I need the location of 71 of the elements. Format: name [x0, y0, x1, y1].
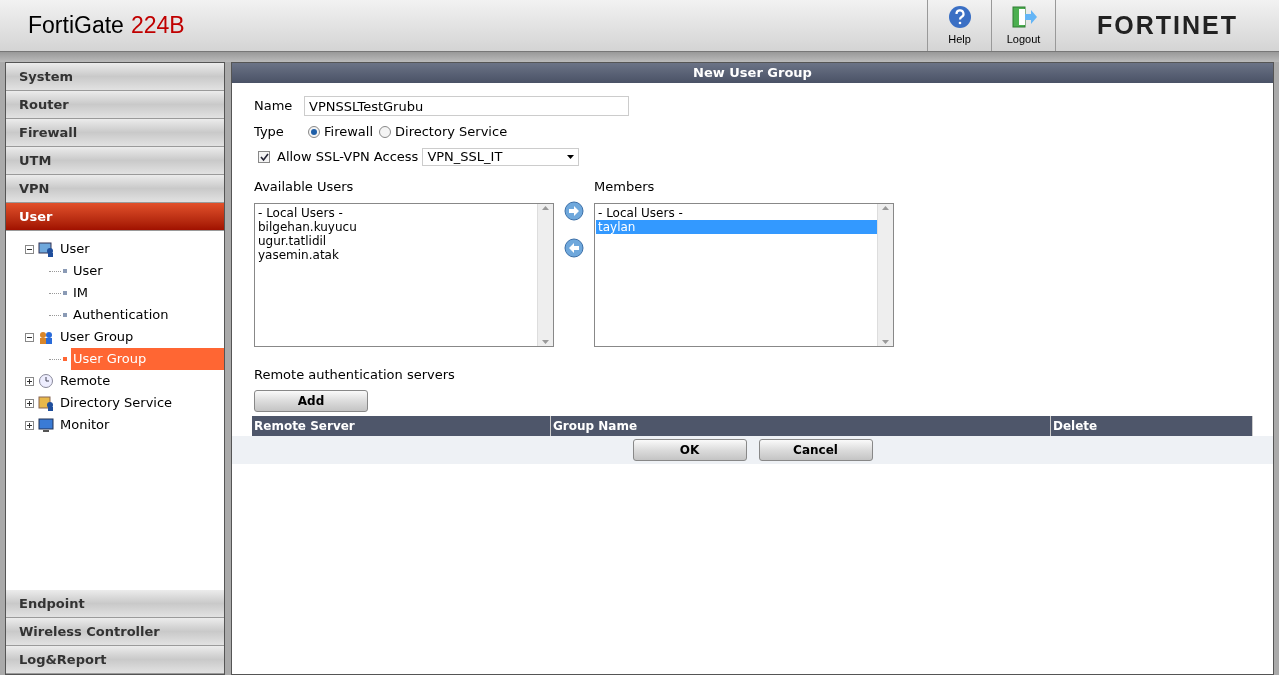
scrollbar[interactable]	[877, 203, 893, 346]
radio-label[interactable]: Firewall	[324, 122, 374, 142]
tree-bullet-icon	[62, 357, 67, 361]
list-label: Members	[594, 178, 656, 196]
checkbox-label[interactable]: Allow SSL-VPN Access	[277, 147, 419, 167]
expand-icon[interactable]	[25, 398, 34, 408]
nav-section[interactable]: System	[6, 63, 224, 91]
list-box[interactable]: - Local Users - taylan	[594, 202, 894, 347]
arrow-right-icon[interactable]	[564, 201, 584, 221]
add-button[interactable]: Add	[254, 390, 368, 412]
tree-leaf[interactable]: User	[71, 260, 103, 282]
brand-logo: FORTINET	[1097, 9, 1238, 41]
nav-section[interactable]: VPN	[6, 175, 224, 203]
collapse-icon[interactable]	[25, 332, 34, 342]
logout-icon	[1009, 4, 1038, 29]
list-box[interactable]: - Local Users - bilgehan.kuyucu ugur.tatlidil yasemin.atak	[254, 202, 554, 347]
tree-node[interactable]: Remote	[60, 371, 111, 391]
user-icon	[38, 241, 54, 257]
nav-section[interactable]: Router	[6, 91, 224, 119]
nav-section[interactable]: Log&Report	[6, 646, 224, 674]
expand-icon[interactable]	[25, 376, 34, 386]
tree-node[interactable]: Monitor	[60, 415, 110, 435]
model-number: 224B	[130, 11, 185, 41]
nav-section[interactable]: User	[6, 203, 224, 231]
directory-icon	[38, 395, 54, 411]
user-group-icon	[38, 329, 54, 345]
name-field[interactable]: VPNSSLTestGrubu	[304, 96, 629, 116]
clock-icon	[38, 373, 54, 389]
scroll-down-icon[interactable]	[882, 339, 889, 344]
tree-node[interactable]: User Group	[60, 327, 134, 347]
collapse-icon[interactable]	[25, 244, 34, 254]
tree-node[interactable]: Directory Service	[60, 393, 173, 413]
tree-bullet-icon	[63, 313, 67, 317]
nav-section[interactable]: UTM	[6, 147, 224, 175]
expand-icon[interactable]	[25, 420, 34, 430]
list-option[interactable]: - Local Users -	[596, 205, 877, 220]
logout-button[interactable]: Logout	[991, 0, 1055, 51]
arrow-left-icon[interactable]	[564, 238, 584, 258]
tree-leaf[interactable]: IM	[71, 282, 89, 304]
dialog-button[interactable]: OK	[632, 439, 747, 461]
scroll-up-icon[interactable]	[882, 205, 889, 210]
dialog-button[interactable]: Cancel	[758, 439, 873, 461]
field-label: Name	[254, 97, 294, 116]
tree-bullet-icon	[63, 269, 67, 273]
field-label: Type	[254, 123, 285, 142]
list-label: Available Users	[254, 178, 355, 196]
panel-title: New User Group	[232, 63, 1273, 83]
radio-label[interactable]: Directory Service	[395, 122, 508, 142]
tree-leaf[interactable]: Authentication	[71, 304, 169, 326]
portal-dropdown[interactable]: VPN_SSL_IT	[422, 148, 580, 166]
list-option[interactable]: ugur.tatlidil	[256, 233, 537, 248]
list-option[interactable]: bilgehan.kuyucu	[256, 219, 537, 234]
dropdown-caret-icon	[567, 155, 575, 159]
scrollbar[interactable]	[537, 203, 553, 346]
checkbox[interactable]	[258, 151, 270, 163]
section-label: Remote authentication servers	[254, 365, 456, 384]
tree-bullet-icon	[63, 291, 67, 295]
scroll-down-icon[interactable]	[542, 339, 549, 344]
product-name: FortiGate	[28, 11, 124, 41]
help-button[interactable]: Help	[927, 0, 991, 51]
nav-section[interactable]: Endpoint	[6, 590, 224, 618]
monitor-icon	[38, 417, 54, 433]
list-option[interactable]: - Local Users -	[256, 205, 537, 220]
nav-section[interactable]: Firewall	[6, 119, 224, 147]
radio-button[interactable]	[308, 126, 320, 138]
nav-section[interactable]: Wireless Controller	[6, 618, 224, 646]
list-option[interactable]: yasemin.atak	[256, 247, 537, 262]
help-icon	[947, 4, 972, 29]
tree-node[interactable]: User	[60, 239, 90, 259]
scroll-up-icon[interactable]	[542, 205, 549, 210]
radio-button[interactable]	[379, 126, 392, 138]
